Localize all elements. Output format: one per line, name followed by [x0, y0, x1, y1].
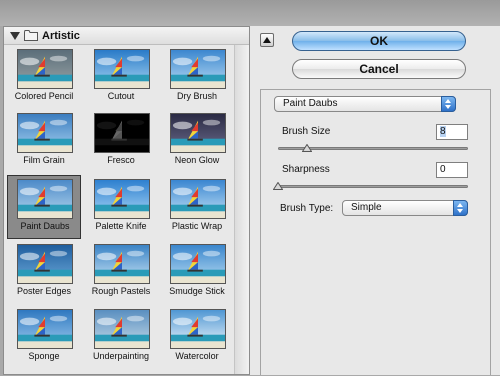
sharpness-label: Sharpness [282, 164, 330, 175]
filter-thumbnail-image [170, 179, 226, 219]
filter-thumbnail-image [94, 244, 150, 284]
filter-thumbnail-label: Colored Pencil [14, 91, 74, 101]
collapse-arrow-icon [263, 37, 271, 43]
filter-thumbnail-image [170, 49, 226, 89]
filter-thumbnail-item[interactable]: Watercolor [160, 305, 234, 369]
filter-thumbnail-image [94, 113, 150, 153]
brush-size-label: Brush Size [282, 126, 331, 137]
window-top-strip [0, 0, 500, 26]
brush-type-label: Brush Type: [280, 203, 334, 214]
filter-thumbnail-image [17, 179, 73, 219]
cancel-button[interactable]: Cancel [292, 59, 466, 79]
filter-thumbnail-item[interactable]: Colored Pencil [7, 45, 81, 109]
filter-select-value: Paint Daubs [283, 98, 338, 109]
filter-thumbnail-label: Cutout [107, 91, 135, 101]
filter-thumbnail-item[interactable]: Underpainting [84, 305, 158, 369]
filter-thumbnail-item[interactable]: Palette Knife [84, 175, 158, 239]
filter-thumbnail-image [94, 309, 150, 349]
gallery-folder-title: Artistic [42, 30, 80, 42]
filter-thumbnail-label: Rough Pastels [91, 286, 151, 296]
filter-thumbnail-label: Neon Glow [174, 155, 220, 165]
filter-thumbnail-label: Poster Edges [16, 286, 72, 296]
filter-thumbnail-image [94, 49, 150, 89]
filter-thumbnail-item[interactable]: Film Grain [7, 109, 81, 173]
folder-icon [24, 30, 38, 41]
brush-size-value: 8 [440, 126, 446, 137]
filter-thumbnail-image [17, 49, 73, 89]
filter-thumbnail-item[interactable]: Smudge Stick [160, 240, 234, 304]
sharpness-value: 0 [440, 164, 446, 175]
filter-thumbnail-item[interactable]: Cutout [84, 45, 158, 109]
filter-thumbnail-label: Paint Daubs [20, 221, 70, 231]
filter-thumbnail-item[interactable]: Neon Glow [160, 109, 234, 173]
filter-thumbnail-label: Watercolor [175, 351, 219, 361]
sharpness-slider-track[interactable] [278, 185, 468, 188]
ok-button[interactable]: OK [292, 31, 466, 51]
filter-thumbnail-item[interactable]: Paint Daubs [7, 175, 81, 239]
gallery-folder-header[interactable]: Artistic [4, 27, 249, 45]
filter-thumbnail-item[interactable]: Sponge [7, 305, 81, 369]
filter-thumbnail-image [17, 113, 73, 153]
filter-gallery: Artistic Colored Pencil Cutout Dry Brush Fi… [3, 26, 250, 375]
select-arrows-icon [441, 96, 456, 112]
filter-settings-panel: OK Cancel Paint Daubs Brush Size 8 Sharp… [250, 26, 500, 375]
slider-knob-icon[interactable] [273, 182, 283, 190]
filter-thumbnail-item[interactable]: Fresco [84, 109, 158, 173]
gallery-grid: Colored Pencil Cutout Dry Brush Film Grain F… [4, 45, 235, 376]
filter-thumbnail-item[interactable]: Dry Brush [160, 45, 234, 109]
filter-thumbnail-image [170, 244, 226, 284]
filter-thumbnail-label: Sponge [28, 351, 60, 361]
filter-thumbnail-label: Palette Knife [95, 221, 147, 231]
filter-select[interactable]: Paint Daubs [274, 96, 456, 112]
filter-thumbnail-image [94, 179, 150, 219]
filter-thumbnail-item[interactable]: Plastic Wrap [160, 175, 234, 239]
filter-thumbnail-label: Fresco [107, 155, 135, 165]
filter-thumbnail-image [17, 244, 73, 284]
disclosure-triangle-icon[interactable] [10, 32, 20, 40]
select-arrows-icon [453, 200, 468, 216]
slider-knob-icon[interactable] [301, 144, 312, 152]
brush-size-field[interactable]: 8 [436, 124, 468, 140]
brush-type-select[interactable]: Simple [342, 200, 468, 216]
brush-type-value: Simple [351, 202, 382, 213]
filter-thumbnail-label: Plastic Wrap [171, 221, 223, 231]
filter-thumbnail-image [170, 309, 226, 349]
filter-thumbnail-image [17, 309, 73, 349]
sharpness-field[interactable]: 0 [436, 162, 468, 178]
filter-thumbnail-item[interactable]: Poster Edges [7, 240, 81, 304]
filter-thumbnail-image [170, 113, 226, 153]
filter-thumbnail-item[interactable]: Rough Pastels [84, 240, 158, 304]
gallery-scrollbar[interactable] [234, 45, 249, 374]
filter-thumbnail-label: Underpainting [92, 351, 150, 361]
filter-thumbnail-label: Smudge Stick [169, 286, 225, 296]
collapse-gallery-button[interactable] [260, 33, 274, 47]
filter-thumbnail-label: Dry Brush [176, 91, 217, 101]
filter-thumbnail-label: Film Grain [23, 155, 65, 165]
